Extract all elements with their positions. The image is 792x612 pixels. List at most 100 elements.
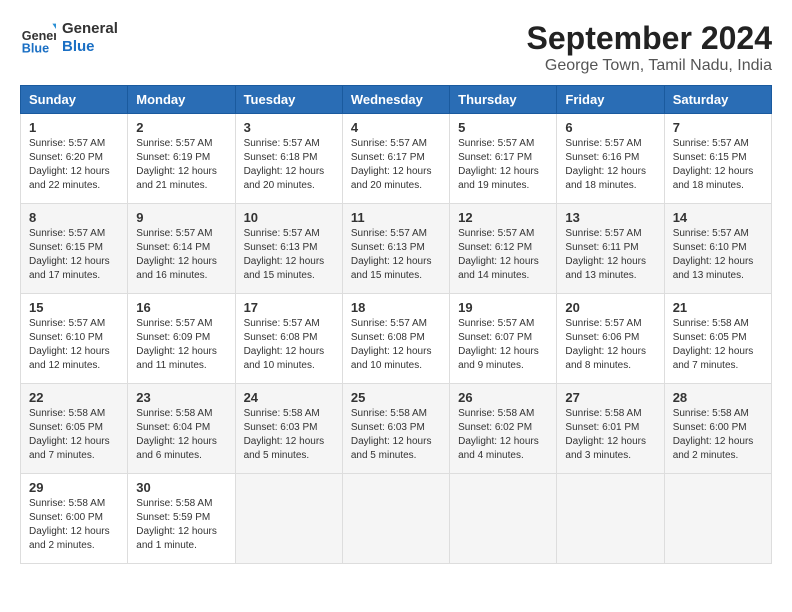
day-info: Sunrise: 5:58 AM Sunset: 6:05 PM Dayligh… — [673, 317, 763, 373]
day-info: Sunrise: 5:57 AM Sunset: 6:12 PM Dayligh… — [458, 227, 548, 283]
day-number: 24 — [244, 390, 334, 405]
calendar-week-row: 1 Sunrise: 5:57 AM Sunset: 6:20 PM Dayli… — [21, 114, 772, 204]
day-info: Sunrise: 5:57 AM Sunset: 6:19 PM Dayligh… — [136, 137, 226, 193]
day-number: 6 — [565, 120, 655, 135]
day-number: 30 — [136, 480, 226, 495]
day-number: 23 — [136, 390, 226, 405]
day-number: 9 — [136, 210, 226, 225]
calendar-week-row: 15 Sunrise: 5:57 AM Sunset: 6:10 PM Dayl… — [21, 294, 772, 384]
calendar-cell — [557, 474, 664, 564]
calendar-cell: 30 Sunrise: 5:58 AM Sunset: 5:59 PM Dayl… — [128, 474, 235, 564]
day-number: 1 — [29, 120, 119, 135]
day-number: 29 — [29, 480, 119, 495]
logo: General Blue General Blue — [20, 20, 118, 56]
day-info: Sunrise: 5:58 AM Sunset: 6:00 PM Dayligh… — [673, 407, 763, 463]
day-number: 7 — [673, 120, 763, 135]
day-number: 8 — [29, 210, 119, 225]
calendar-week-row: 22 Sunrise: 5:58 AM Sunset: 6:05 PM Dayl… — [21, 384, 772, 474]
calendar-cell: 21 Sunrise: 5:58 AM Sunset: 6:05 PM Dayl… — [664, 294, 771, 384]
day-number: 12 — [458, 210, 548, 225]
calendar-cell: 25 Sunrise: 5:58 AM Sunset: 6:03 PM Dayl… — [342, 384, 449, 474]
header-sunday: Sunday — [21, 86, 128, 114]
day-number: 16 — [136, 300, 226, 315]
day-number: 13 — [565, 210, 655, 225]
svg-text:Blue: Blue — [22, 41, 49, 55]
day-info: Sunrise: 5:57 AM Sunset: 6:06 PM Dayligh… — [565, 317, 655, 373]
month-title: September 2024 — [527, 20, 772, 57]
header-monday: Monday — [128, 86, 235, 114]
calendar-cell: 7 Sunrise: 5:57 AM Sunset: 6:15 PM Dayli… — [664, 114, 771, 204]
day-info: Sunrise: 5:57 AM Sunset: 6:10 PM Dayligh… — [29, 317, 119, 373]
day-number: 18 — [351, 300, 441, 315]
day-info: Sunrise: 5:57 AM Sunset: 6:08 PM Dayligh… — [351, 317, 441, 373]
day-number: 5 — [458, 120, 548, 135]
header-friday: Friday — [557, 86, 664, 114]
day-info: Sunrise: 5:57 AM Sunset: 6:15 PM Dayligh… — [29, 227, 119, 283]
calendar-cell: 27 Sunrise: 5:58 AM Sunset: 6:01 PM Dayl… — [557, 384, 664, 474]
logo-blue: Blue — [62, 38, 118, 56]
calendar-cell: 4 Sunrise: 5:57 AM Sunset: 6:17 PM Dayli… — [342, 114, 449, 204]
location-title: George Town, Tamil Nadu, India — [527, 57, 772, 75]
logo-general: General — [62, 20, 118, 38]
calendar-cell: 14 Sunrise: 5:57 AM Sunset: 6:10 PM Dayl… — [664, 204, 771, 294]
day-info: Sunrise: 5:58 AM Sunset: 6:00 PM Dayligh… — [29, 497, 119, 553]
calendar-cell: 19 Sunrise: 5:57 AM Sunset: 6:07 PM Dayl… — [450, 294, 557, 384]
day-info: Sunrise: 5:57 AM Sunset: 6:13 PM Dayligh… — [244, 227, 334, 283]
day-info: Sunrise: 5:57 AM Sunset: 6:07 PM Dayligh… — [458, 317, 548, 373]
day-info: Sunrise: 5:58 AM Sunset: 6:03 PM Dayligh… — [244, 407, 334, 463]
calendar-cell: 22 Sunrise: 5:58 AM Sunset: 6:05 PM Dayl… — [21, 384, 128, 474]
calendar-week-row: 29 Sunrise: 5:58 AM Sunset: 6:00 PM Dayl… — [21, 474, 772, 564]
title-area: September 2024 George Town, Tamil Nadu, … — [527, 20, 772, 75]
page-header: General Blue General Blue September 2024… — [20, 20, 772, 75]
day-number: 26 — [458, 390, 548, 405]
day-number: 27 — [565, 390, 655, 405]
calendar-cell: 3 Sunrise: 5:57 AM Sunset: 6:18 PM Dayli… — [235, 114, 342, 204]
day-number: 4 — [351, 120, 441, 135]
calendar-cell: 11 Sunrise: 5:57 AM Sunset: 6:13 PM Dayl… — [342, 204, 449, 294]
calendar-cell: 5 Sunrise: 5:57 AM Sunset: 6:17 PM Dayli… — [450, 114, 557, 204]
day-info: Sunrise: 5:58 AM Sunset: 5:59 PM Dayligh… — [136, 497, 226, 553]
day-number: 21 — [673, 300, 763, 315]
calendar-week-row: 8 Sunrise: 5:57 AM Sunset: 6:15 PM Dayli… — [21, 204, 772, 294]
day-number: 22 — [29, 390, 119, 405]
day-info: Sunrise: 5:57 AM Sunset: 6:08 PM Dayligh… — [244, 317, 334, 373]
calendar-cell — [664, 474, 771, 564]
day-info: Sunrise: 5:57 AM Sunset: 6:17 PM Dayligh… — [351, 137, 441, 193]
day-info: Sunrise: 5:57 AM Sunset: 6:09 PM Dayligh… — [136, 317, 226, 373]
calendar-cell — [342, 474, 449, 564]
day-info: Sunrise: 5:57 AM Sunset: 6:15 PM Dayligh… — [673, 137, 763, 193]
day-info: Sunrise: 5:57 AM Sunset: 6:16 PM Dayligh… — [565, 137, 655, 193]
header-tuesday: Tuesday — [235, 86, 342, 114]
day-info: Sunrise: 5:58 AM Sunset: 6:01 PM Dayligh… — [565, 407, 655, 463]
calendar-cell: 20 Sunrise: 5:57 AM Sunset: 6:06 PM Dayl… — [557, 294, 664, 384]
day-number: 20 — [565, 300, 655, 315]
day-number: 14 — [673, 210, 763, 225]
calendar-table: Sunday Monday Tuesday Wednesday Thursday… — [20, 85, 772, 564]
day-info: Sunrise: 5:58 AM Sunset: 6:03 PM Dayligh… — [351, 407, 441, 463]
day-info: Sunrise: 5:57 AM Sunset: 6:13 PM Dayligh… — [351, 227, 441, 283]
calendar-cell: 9 Sunrise: 5:57 AM Sunset: 6:14 PM Dayli… — [128, 204, 235, 294]
day-info: Sunrise: 5:58 AM Sunset: 6:02 PM Dayligh… — [458, 407, 548, 463]
day-number: 2 — [136, 120, 226, 135]
calendar-cell — [450, 474, 557, 564]
calendar-cell: 18 Sunrise: 5:57 AM Sunset: 6:08 PM Dayl… — [342, 294, 449, 384]
calendar-cell — [235, 474, 342, 564]
calendar-cell: 23 Sunrise: 5:58 AM Sunset: 6:04 PM Dayl… — [128, 384, 235, 474]
calendar-cell: 17 Sunrise: 5:57 AM Sunset: 6:08 PM Dayl… — [235, 294, 342, 384]
day-number: 10 — [244, 210, 334, 225]
day-info: Sunrise: 5:57 AM Sunset: 6:11 PM Dayligh… — [565, 227, 655, 283]
day-info: Sunrise: 5:57 AM Sunset: 6:10 PM Dayligh… — [673, 227, 763, 283]
calendar-cell: 28 Sunrise: 5:58 AM Sunset: 6:00 PM Dayl… — [664, 384, 771, 474]
day-info: Sunrise: 5:57 AM Sunset: 6:17 PM Dayligh… — [458, 137, 548, 193]
calendar-cell: 10 Sunrise: 5:57 AM Sunset: 6:13 PM Dayl… — [235, 204, 342, 294]
header-saturday: Saturday — [664, 86, 771, 114]
logo-icon: General Blue — [20, 20, 56, 56]
calendar-cell: 1 Sunrise: 5:57 AM Sunset: 6:20 PM Dayli… — [21, 114, 128, 204]
day-number: 15 — [29, 300, 119, 315]
day-number: 28 — [673, 390, 763, 405]
calendar-cell: 26 Sunrise: 5:58 AM Sunset: 6:02 PM Dayl… — [450, 384, 557, 474]
day-info: Sunrise: 5:58 AM Sunset: 6:05 PM Dayligh… — [29, 407, 119, 463]
day-number: 19 — [458, 300, 548, 315]
calendar-cell: 16 Sunrise: 5:57 AM Sunset: 6:09 PM Dayl… — [128, 294, 235, 384]
day-number: 3 — [244, 120, 334, 135]
